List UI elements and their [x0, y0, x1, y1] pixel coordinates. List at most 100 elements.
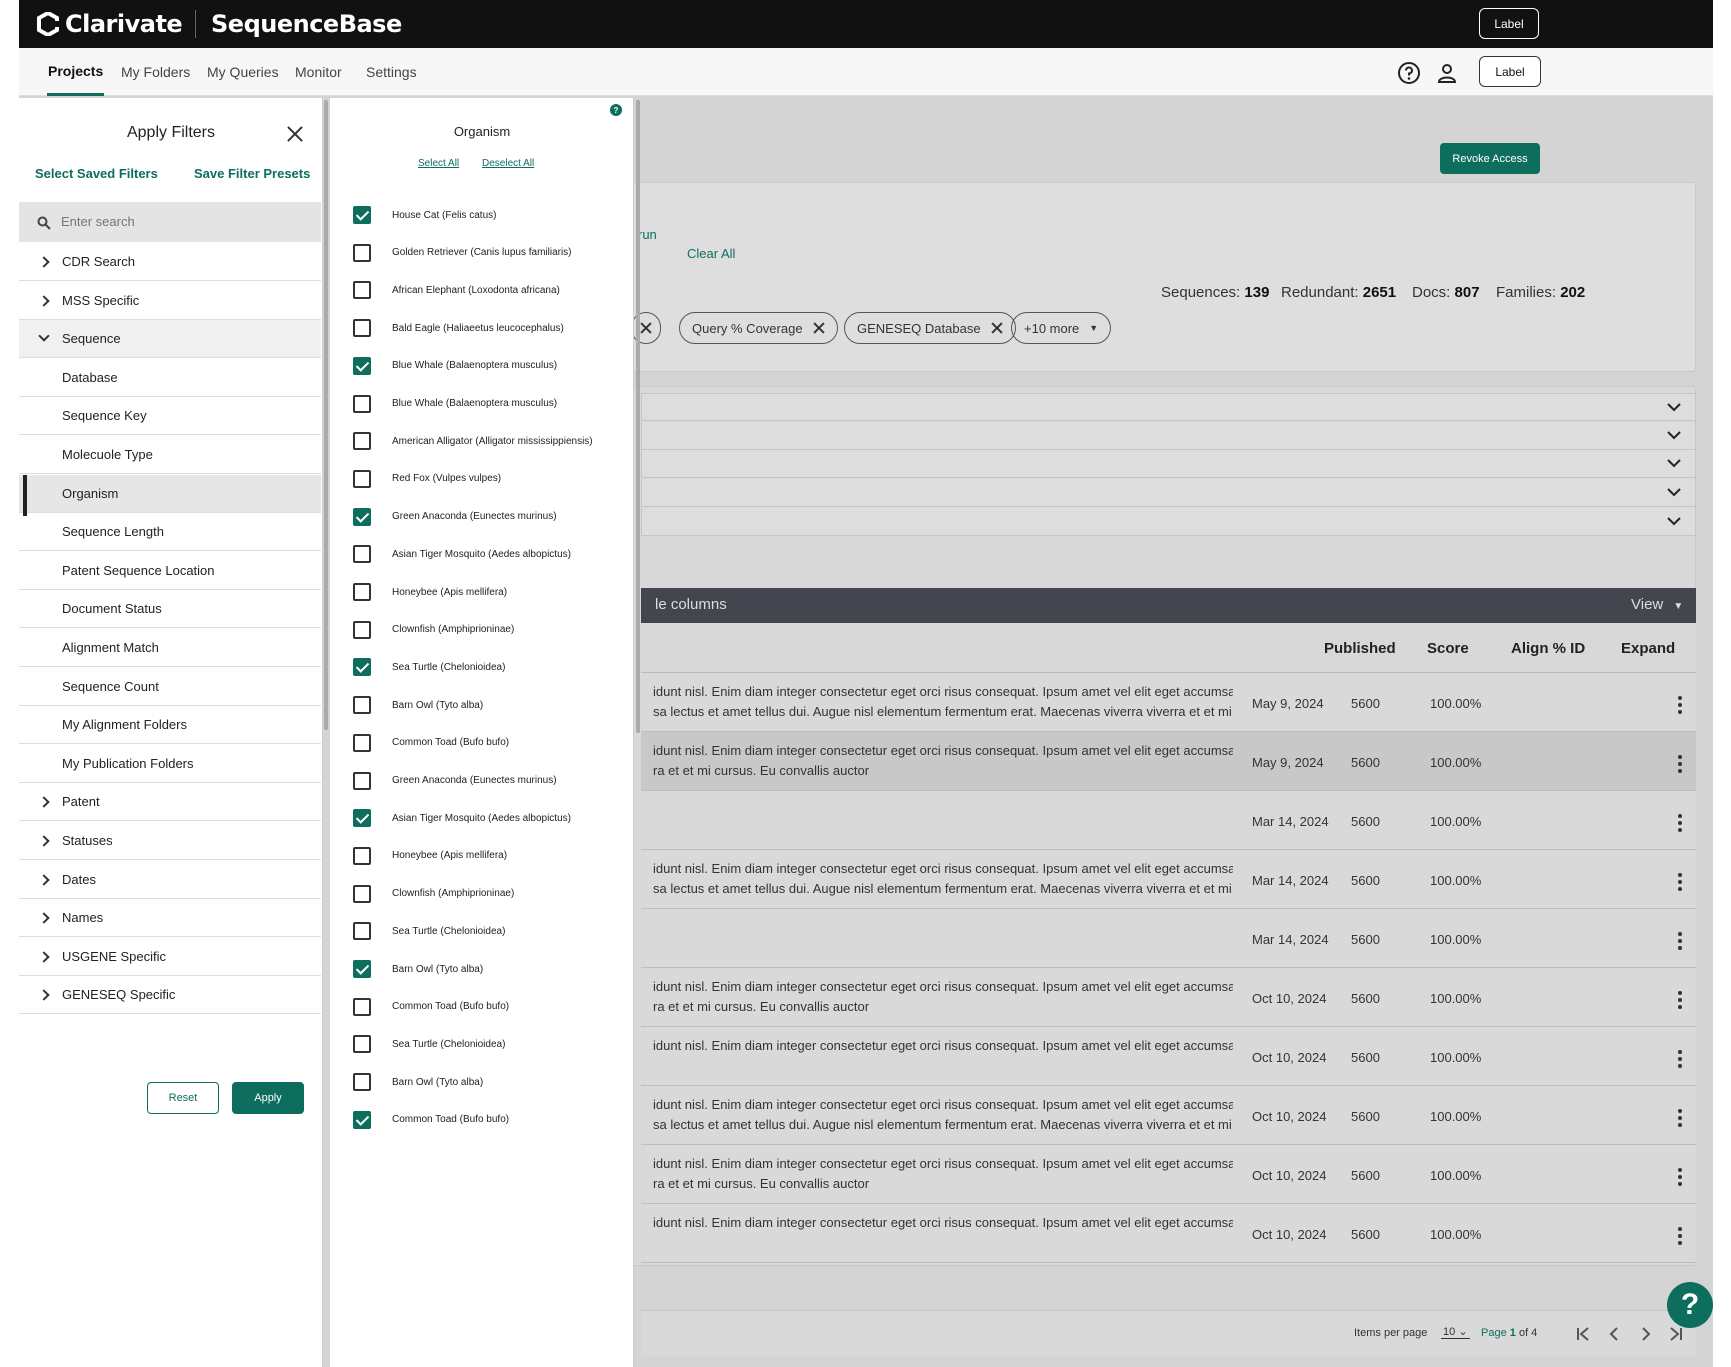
checkbox-icon[interactable]: [353, 997, 371, 1016]
save-filter-presets-link[interactable]: Save Filter Presets: [194, 166, 310, 181]
table-row[interactable]: Mar 14, 2024 5600 100.00%: [641, 909, 1696, 968]
organism-option[interactable]: Asian Tiger Mosquito (Aedes albopictus): [353, 809, 571, 828]
last-page-icon[interactable]: [1669, 1327, 1683, 1341]
reset-button[interactable]: Reset: [147, 1082, 219, 1114]
organism-option[interactable]: Sea Turtle (Chelonioidea): [353, 922, 505, 941]
more-vert-icon[interactable]: [1678, 991, 1682, 1009]
filter-scrollbar[interactable]: [324, 100, 328, 730]
table-row[interactable]: idunt nisl. Enim diam integer consectetu…: [641, 1027, 1696, 1086]
close-icon[interactable]: [640, 322, 652, 334]
select-all-link[interactable]: Select All: [418, 158, 459, 169]
close-icon[interactable]: [813, 322, 825, 334]
organism-option[interactable]: Common Toad (Bufo bufo): [353, 1110, 509, 1129]
deselect-all-link[interactable]: Deselect All: [482, 158, 534, 169]
more-filters-chip[interactable]: +10 more ▼: [1011, 312, 1112, 344]
help-fab-button[interactable]: ?: [1667, 1282, 1713, 1328]
clear-all-link[interactable]: Clear All: [687, 246, 735, 261]
checkbox-icon[interactable]: [353, 319, 371, 338]
organism-option[interactable]: Red Fox (Vulpes vulpes): [353, 469, 501, 488]
accordion-row[interactable]: [641, 508, 1696, 536]
table-row[interactable]: Mar 14, 2024 5600 100.00%: [641, 791, 1696, 850]
filter-item-alignment-match[interactable]: Alignment Match: [19, 629, 321, 667]
close-icon[interactable]: [991, 322, 1003, 334]
organism-option[interactable]: Barn Owl (Tyto alba): [353, 1073, 483, 1092]
view-dropdown[interactable]: View ▼: [1631, 596, 1683, 613]
filter-item-dates[interactable]: Dates: [19, 861, 321, 899]
organism-option[interactable]: Golden Retriever (Canis lupus familiaris…: [353, 243, 572, 262]
organism-option[interactable]: Common Toad (Bufo bufo): [353, 997, 509, 1016]
checkbox-icon[interactable]: [353, 545, 371, 564]
accordion-row[interactable]: [641, 450, 1696, 478]
next-page-icon[interactable]: [1639, 1327, 1653, 1341]
organism-option[interactable]: Common Toad (Bufo bufo): [353, 733, 509, 752]
apply-button[interactable]: Apply: [232, 1082, 304, 1114]
filter-item-my-alignment-folders[interactable]: My Alignment Folders: [19, 706, 321, 745]
organism-option[interactable]: Blue Whale (Balaenoptera musculus): [353, 394, 557, 413]
table-row[interactable]: idunt nisl. Enim diam integer consectetu…: [641, 1204, 1696, 1263]
filter-item-molecuole-type[interactable]: Molecuole Type: [19, 436, 321, 474]
checkbox-icon[interactable]: [353, 884, 371, 903]
tab-settings[interactable]: Settings: [366, 48, 417, 96]
nav-label-button[interactable]: Label: [1479, 56, 1541, 87]
first-page-icon[interactable]: [1576, 1327, 1590, 1341]
run-link[interactable]: run: [638, 227, 657, 242]
organism-option[interactable]: African Elephant (Loxodonta africana): [353, 281, 560, 300]
organism-option[interactable]: Honeybee (Apis mellifera): [353, 846, 507, 865]
more-vert-icon[interactable]: [1678, 932, 1682, 950]
table-row[interactable]: idunt nisl. Enim diam integer consectetu…: [641, 968, 1696, 1027]
organism-option[interactable]: Honeybee (Apis mellifera): [353, 583, 507, 601]
checkbox-checked-icon[interactable]: [353, 356, 371, 375]
col-align-id[interactable]: Align % ID: [1511, 640, 1585, 657]
tab-my-folders[interactable]: My Folders: [121, 48, 190, 96]
accordion-row[interactable]: [641, 479, 1696, 507]
organism-option[interactable]: Bald Eagle (Haliaeetus leucocephalus): [353, 319, 564, 338]
help-icon[interactable]: [1397, 61, 1421, 85]
organism-option[interactable]: Sea Turtle (Chelonioidea): [353, 658, 505, 677]
filter-item-document-status[interactable]: Document Status: [19, 590, 321, 629]
tab-monitor[interactable]: Monitor: [295, 48, 342, 96]
tab-projects[interactable]: Projects: [47, 48, 105, 96]
checkbox-icon[interactable]: [353, 243, 371, 262]
more-vert-icon[interactable]: [1678, 1050, 1682, 1068]
organism-option[interactable]: Green Anaconda (Eunectes murinus): [353, 771, 557, 790]
more-vert-icon[interactable]: [1678, 814, 1682, 832]
table-row[interactable]: idunt nisl. Enim diam integer consectetu…: [641, 732, 1696, 791]
organism-option[interactable]: House Cat (Felis catus): [353, 206, 496, 224]
checkbox-icon[interactable]: [353, 469, 371, 488]
organism-option[interactable]: Green Anaconda (Eunectes murinus): [353, 507, 557, 526]
checkbox-icon[interactable]: [353, 432, 371, 451]
more-vert-icon[interactable]: [1678, 873, 1682, 891]
checkbox-icon[interactable]: [353, 394, 371, 413]
organism-option[interactable]: Clownfish (Amphiprioninae): [353, 884, 514, 903]
checkbox-icon[interactable]: [353, 281, 371, 300]
filter-chip-geneseq-database[interactable]: GENESEQ Database: [844, 312, 1016, 344]
checkbox-checked-icon[interactable]: [353, 1110, 371, 1129]
filter-item-my-publication-folders[interactable]: My Publication Folders: [19, 745, 321, 783]
organism-scrollbar[interactable]: [636, 100, 640, 733]
checkbox-checked-icon[interactable]: [353, 809, 371, 828]
table-row[interactable]: idunt nisl. Enim diam integer consectetu…: [641, 673, 1696, 732]
filter-item-geneseq-specific[interactable]: GENESEQ Specific: [19, 976, 321, 1015]
organism-option[interactable]: Clownfish (Amphiprioninae): [353, 620, 514, 639]
more-vert-icon[interactable]: [1678, 1227, 1682, 1245]
organism-option[interactable]: Blue Whale (Balaenoptera musculus): [353, 356, 557, 375]
filter-item-patent-sequence-location[interactable]: Patent Sequence Location: [19, 552, 321, 590]
table-row[interactable]: idunt nisl. Enim diam integer consectetu…: [641, 850, 1696, 909]
user-icon[interactable]: [1435, 61, 1459, 85]
close-icon[interactable]: [287, 126, 303, 142]
checkbox-icon[interactable]: [353, 846, 371, 865]
tab-my-queries[interactable]: My Queries: [207, 48, 279, 96]
organism-option[interactable]: Barn Owl (Tyto alba): [353, 696, 483, 715]
col-published[interactable]: Published: [1324, 640, 1396, 657]
more-vert-icon[interactable]: [1678, 1168, 1682, 1186]
filter-search-input[interactable]: [61, 214, 301, 229]
organism-option[interactable]: American Alligator (Alligator mississipp…: [353, 432, 593, 451]
checkbox-checked-icon[interactable]: [353, 960, 371, 978]
filter-item-patent[interactable]: Patent: [19, 783, 321, 822]
top-label-button[interactable]: Label: [1479, 8, 1539, 39]
filter-item-sequence-length[interactable]: Sequence Length: [19, 513, 321, 552]
checkbox-checked-icon[interactable]: [353, 206, 371, 224]
organism-option[interactable]: Barn Owl (Tyto alba): [353, 960, 483, 978]
more-vert-icon[interactable]: [1678, 1109, 1682, 1127]
checkbox-checked-icon[interactable]: [353, 658, 371, 677]
